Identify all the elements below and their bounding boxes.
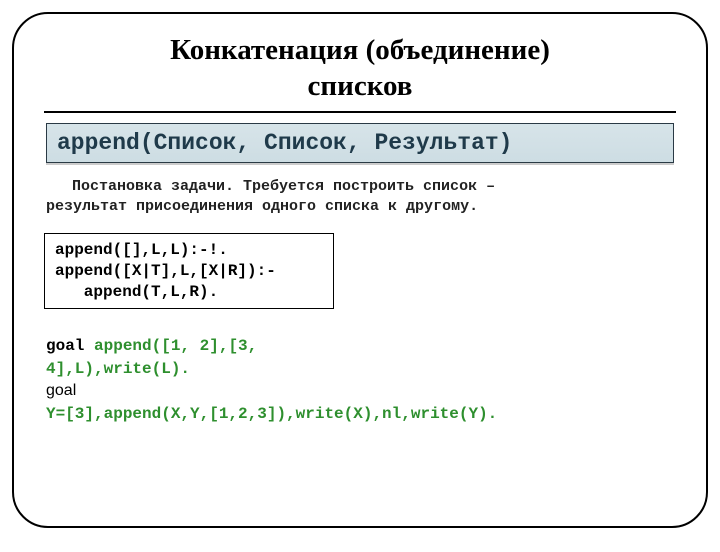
- goal-examples: goal append([1, 2],[3, 4],L),write(L). g…: [44, 335, 676, 425]
- goal1-keyword: goal: [46, 337, 94, 355]
- signature-text: append(Список, Список, Результат): [57, 130, 512, 156]
- goal1-body-line2: 4],L),write(L).: [46, 360, 190, 378]
- title-line-2: списков: [308, 70, 413, 102]
- code-line-1: append([],L,L):-!.: [55, 241, 228, 259]
- title-line-1: Конкатенация (объединение): [170, 34, 550, 66]
- slide-title: Конкатенация (объединение) списков: [44, 32, 676, 105]
- code-line-3: append(T,L,R).: [55, 283, 218, 301]
- slide-card: Конкатенация (объединение) списков appen…: [12, 12, 708, 528]
- code-definition-box: append([],L,L):-!. append([X|T],L,[X|R])…: [44, 233, 334, 309]
- task-description: Постановка задачи. Требуется построить с…: [44, 177, 676, 218]
- signature-box: append(Список, Список, Результат): [46, 123, 674, 163]
- goal1-body-line1: append([1, 2],[3,: [94, 337, 257, 355]
- goal2-body: Y=[3],append(X,Y,[1,2,3]),write(X),nl,wr…: [46, 405, 497, 423]
- goal2-keyword: goal: [46, 382, 76, 399]
- task-line-2: результат присоединения одного списка к …: [46, 198, 478, 215]
- code-line-2: append([X|T],L,[X|R]):-: [55, 262, 276, 280]
- title-divider: [44, 111, 676, 113]
- task-line-1: Постановка задачи. Требуется построить с…: [72, 178, 495, 195]
